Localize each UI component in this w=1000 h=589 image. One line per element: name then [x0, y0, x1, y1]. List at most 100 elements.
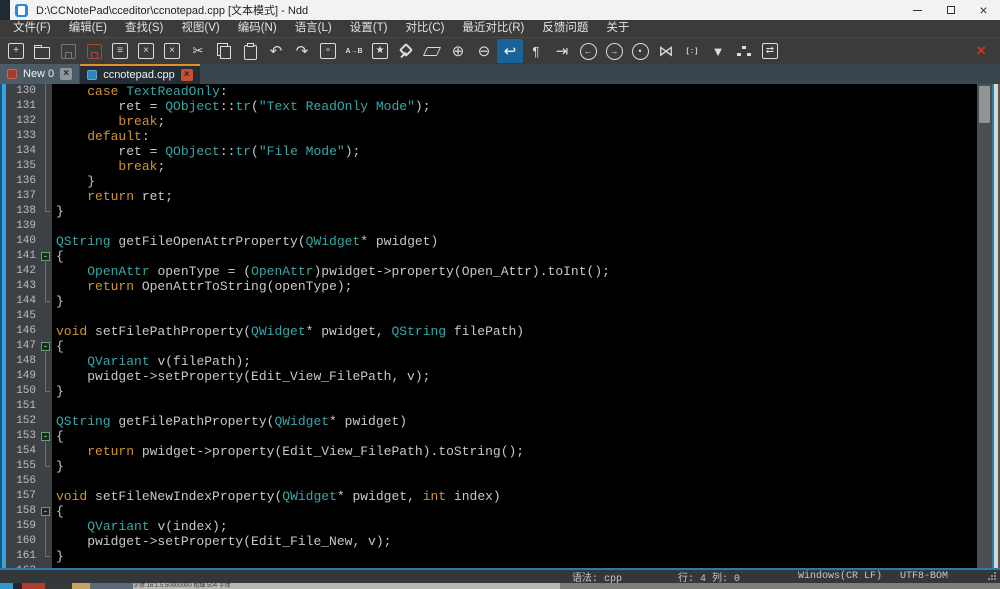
clear-marks-button[interactable] — [419, 39, 445, 63]
code-line[interactable] — [52, 564, 977, 568]
replace-icon: A→B — [345, 48, 362, 55]
code-line[interactable]: void setFileNewIndexProperty(QWidget* pw… — [52, 489, 977, 504]
copy-button[interactable] — [211, 39, 237, 63]
menu-item-6[interactable]: 设置(T) — [341, 20, 397, 37]
code-line[interactable]: void setFilePathProperty(QWidget* pwidge… — [52, 324, 977, 339]
close-all-button[interactable]: × — [159, 39, 185, 63]
tab-save-state-icon — [7, 69, 17, 79]
status-eol-format[interactable]: Windows(CR LF) — [798, 571, 882, 582]
code-line[interactable]: ret = QObject::tr("Text ReadOnly Mode"); — [52, 99, 977, 114]
status-cursor-position[interactable]: 行: 4 列: 0 — [678, 569, 740, 585]
code-line[interactable]: QString getFileOpenAttrProperty(QWidget*… — [52, 234, 977, 249]
code-line[interactable]: pwidget->setProperty(Edit_File_New, v); — [52, 534, 977, 549]
save-as-button[interactable]: ≡ — [107, 39, 133, 63]
code-line[interactable]: } — [52, 204, 977, 219]
code-line[interactable]: break; — [52, 114, 977, 129]
open-file-button[interactable] — [29, 39, 55, 63]
code-line[interactable]: default: — [52, 129, 977, 144]
close-doc-button[interactable]: × — [133, 39, 159, 63]
code-line[interactable] — [52, 399, 977, 414]
status-encoding[interactable]: UTF8-BOM — [900, 571, 948, 582]
menu-item-5[interactable]: 语言(L) — [286, 20, 341, 37]
save-all-button[interactable] — [81, 39, 107, 63]
menu-item-0[interactable]: 文件(F) — [4, 20, 60, 37]
show-symbols-button[interactable]: ¶ — [523, 39, 549, 63]
resize-grip-icon[interactable] — [994, 578, 996, 580]
menu-item-3[interactable]: 视图(V) — [172, 20, 228, 37]
code-line[interactable]: return ret; — [52, 189, 977, 204]
close-window-icon[interactable]: × — [967, 0, 1000, 20]
tab-close-icon[interactable]: × — [60, 68, 72, 80]
code-line[interactable] — [52, 474, 977, 489]
pin-icon — [399, 44, 413, 58]
code-line[interactable]: case TextReadOnly: — [52, 84, 977, 99]
mark-style-button[interactable]: ★ — [367, 39, 393, 63]
find-button[interactable]: ∘ — [315, 39, 341, 63]
code-line[interactable]: OpenAttr openType = (OpenAttr)pwidget->p… — [52, 264, 977, 279]
tree-view-button[interactable] — [731, 39, 757, 63]
code-line[interactable]: { — [52, 249, 977, 264]
maximize-icon[interactable] — [934, 0, 967, 20]
toolbar-red-close-icon[interactable]: × — [976, 42, 986, 59]
scrollbar-thumb[interactable] — [979, 86, 990, 123]
cut-button[interactable]: ✂ — [185, 39, 211, 63]
code-line[interactable]: QVariant v(index); — [52, 519, 977, 534]
tab-close-icon[interactable]: × — [181, 69, 193, 81]
minimize-icon[interactable] — [901, 0, 934, 20]
save-button[interactable] — [55, 39, 81, 63]
convert-doc-button[interactable]: ⇄ — [757, 39, 783, 63]
code-line[interactable]: } — [52, 174, 977, 189]
zoom-in-button[interactable]: ⊕ — [445, 39, 471, 63]
new-file-button[interactable]: + — [3, 39, 29, 63]
code-line[interactable]: break; — [52, 159, 977, 174]
fold-marker[interactable]: - — [39, 249, 52, 264]
menu-item-2[interactable]: 查找(S) — [116, 20, 172, 37]
code-line[interactable]: QString getFilePathProperty(QWidget* pwi… — [52, 414, 977, 429]
indent-guide-button[interactable]: ⇥ — [549, 39, 575, 63]
menu-item-10[interactable]: 关于 — [597, 20, 638, 37]
fold-marker[interactable]: - — [39, 339, 52, 354]
pin-button[interactable] — [393, 39, 419, 63]
fold-marker[interactable]: - — [39, 504, 52, 519]
brackets-button[interactable]: [ : ] — [679, 39, 705, 63]
menu-item-8[interactable]: 最近对比(R) — [453, 20, 533, 37]
code-line[interactable] — [52, 309, 977, 324]
undo-button[interactable]: ↶ — [263, 39, 289, 63]
code-line[interactable]: ret = QObject::tr("File Mode"); — [52, 144, 977, 159]
code-line[interactable]: { — [52, 429, 977, 444]
menu-item-4[interactable]: 编码(N) — [229, 20, 286, 37]
replace-button[interactable]: A→B — [341, 39, 367, 63]
code-view[interactable]: case TextReadOnly: ret = QObject::tr("Te… — [52, 84, 977, 568]
vertical-scrollbar[interactable] — [977, 84, 992, 568]
fold-margin-cell — [39, 84, 52, 99]
code-line[interactable]: } — [52, 459, 977, 474]
status-syntax[interactable]: 语法: cpp — [572, 569, 622, 585]
window-title: D:\CCNotePad\cceditor\ccnotepad.cpp [文本模… — [36, 2, 308, 18]
code-line[interactable]: } — [52, 549, 977, 564]
code-line[interactable]: } — [52, 294, 977, 309]
tab-ccnotepad-cpp[interactable]: ccnotepad.cpp× — [80, 64, 200, 84]
menu-item-7[interactable]: 对比(C) — [396, 20, 453, 37]
fold-marker[interactable]: - — [39, 429, 52, 444]
locate-button[interactable]: • — [627, 39, 653, 63]
code-line[interactable]: { — [52, 339, 977, 354]
go-back-button[interactable]: ← — [575, 39, 601, 63]
filter-button[interactable]: ▼ — [705, 39, 731, 63]
menu-item-1[interactable]: 编辑(E) — [60, 20, 116, 37]
compare-button[interactable]: ⋈ — [653, 39, 679, 63]
redo-button[interactable]: ↷ — [289, 39, 315, 63]
paste-button[interactable] — [237, 39, 263, 63]
tab-new-0[interactable]: New 0× — [0, 64, 79, 84]
toolbar: +≡××✂↶↷∘A→B★⊕⊖↩¶⇥←→•⋈[ : ]▼⇄× — [0, 37, 1000, 64]
code-line[interactable]: return OpenAttrToString(openType); — [52, 279, 977, 294]
code-line[interactable] — [52, 219, 977, 234]
code-line[interactable]: QVariant v(filePath); — [52, 354, 977, 369]
code-line[interactable]: return pwidget->property(Edit_View_FileP… — [52, 444, 977, 459]
word-wrap-button[interactable]: ↩ — [497, 39, 523, 63]
menu-item-9[interactable]: 反馈问题 — [533, 20, 597, 37]
go-forward-button[interactable]: → — [601, 39, 627, 63]
code-line[interactable]: pwidget->setProperty(Edit_View_FilePath,… — [52, 369, 977, 384]
code-line[interactable]: } — [52, 384, 977, 399]
zoom-out-button[interactable]: ⊖ — [471, 39, 497, 63]
code-line[interactable]: { — [52, 504, 977, 519]
